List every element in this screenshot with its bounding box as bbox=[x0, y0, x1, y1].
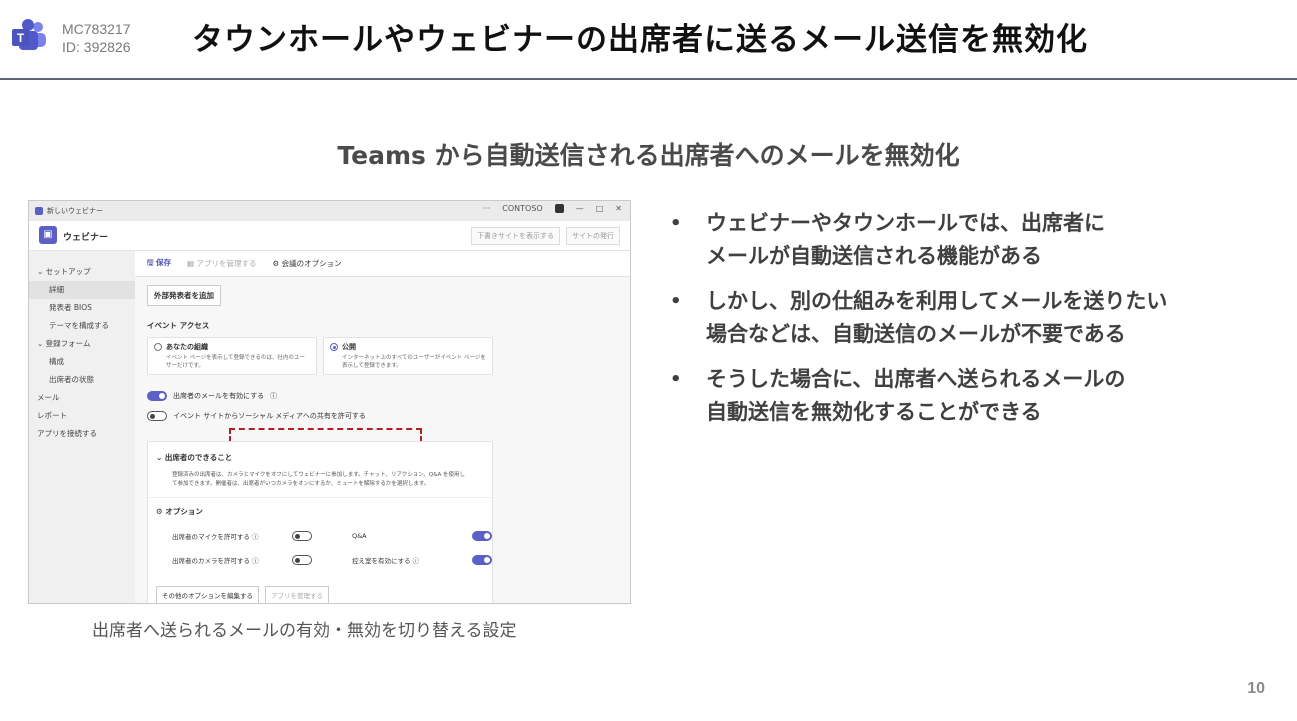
more-options-icon[interactable]: ··· bbox=[483, 204, 491, 213]
teams-app-icon bbox=[35, 207, 43, 215]
sidebar-item-presenter-bios[interactable]: 発表者 BIOS bbox=[29, 299, 135, 317]
mc-id: MC783217 bbox=[62, 21, 131, 37]
qa-label: Q&A bbox=[352, 532, 367, 540]
screenshot-caption: 出席者へ送られるメールの有効・無効を切り替える設定 bbox=[92, 621, 517, 641]
app-header-buttons: 下書きサイトを表示する サイトの発行 bbox=[471, 227, 620, 245]
apps-icon: ▦ bbox=[187, 259, 197, 268]
sidebar-group-registration[interactable]: ⌄ 登録フォーム bbox=[29, 335, 135, 353]
app-header: ▣ ウェビナー 下書きサイトを表示する サイトの発行 bbox=[29, 221, 630, 251]
social-share-toggle[interactable] bbox=[147, 411, 167, 421]
social-share-toggle-row: イベント サイトからソーシャル メディアへの共有を許可する bbox=[147, 411, 507, 421]
svg-text:T: T bbox=[17, 31, 25, 45]
close-icon[interactable]: ✕ bbox=[615, 204, 622, 213]
social-share-label: イベント サイトからソーシャル メディアへの共有を許可する bbox=[173, 412, 366, 420]
bullet-item: • ウェビナーやタウンホールでは、出席者に メールが自動送信される機能がある bbox=[668, 207, 1268, 273]
org-name: CONTOSO bbox=[502, 204, 543, 213]
id-number: ID: 392826 bbox=[62, 39, 131, 55]
sidebar-item-details[interactable]: 詳細 bbox=[29, 281, 135, 299]
add-external-presenter-button[interactable]: 外部発表者を追加 bbox=[147, 285, 221, 306]
window-titlebar: 新しいウェビナー ··· CONTOSO — □ ✕ bbox=[29, 201, 630, 221]
bullet-list: • ウェビナーやタウンホールでは、出席者に メールが自動送信される機能がある •… bbox=[668, 207, 1268, 441]
info-icon: ⓘ bbox=[270, 392, 278, 400]
sidebar-group-setup[interactable]: ⌄ セットアップ bbox=[29, 263, 135, 281]
settings-sidebar: ⌄ セットアップ 詳細 発表者 BIOS テーマを構成する ⌄ 登録フォーム 構… bbox=[29, 251, 135, 603]
slide-header: T MC783217 ID: 392826 タウンホールやウェビナーの出席者に送… bbox=[0, 0, 1297, 80]
edit-more-options-button[interactable]: その他のオプションを編集する bbox=[156, 586, 259, 603]
event-access-options: あなたの組織 イベント ページを表示して登録できるのは、社内のユーザーだけです。… bbox=[147, 337, 507, 375]
allow-mic-label: 出席者のマイクを許可する ⓘ bbox=[172, 533, 259, 541]
qa-toggle[interactable] bbox=[472, 531, 492, 541]
gear-icon: ⚙ bbox=[156, 507, 166, 516]
sidebar-item-theme[interactable]: テーマを構成する bbox=[29, 317, 135, 335]
minimize-icon[interactable]: — bbox=[576, 204, 584, 213]
access-option-org[interactable]: あなたの組織 イベント ページを表示して登録できるのは、社内のユーザーだけです。 bbox=[147, 337, 317, 375]
bullet-item: • しかし、別の仕組みを利用してメールを送りたい 場合などは、自動送信のメールが… bbox=[668, 285, 1268, 351]
radio-org[interactable] bbox=[154, 343, 162, 351]
avatar[interactable] bbox=[554, 204, 564, 213]
window-title: 新しいウェビナー bbox=[47, 207, 103, 215]
attendee-email-toggle[interactable] bbox=[147, 391, 167, 401]
publish-site-button[interactable]: サイトの発行 bbox=[566, 227, 620, 245]
access-option-public[interactable]: 公開 インターネット上のすべてのユーザーがイベント ページを表示して登録できます… bbox=[323, 337, 493, 375]
attendee-email-label: 出席者のメールを有効にする bbox=[173, 392, 265, 400]
teams-logo-icon: T bbox=[12, 19, 46, 50]
app-name: ウェビナー bbox=[63, 233, 109, 243]
panel-manage-apps-button[interactable]: アプリを管理する bbox=[265, 586, 329, 603]
bullet-dot: • bbox=[670, 213, 682, 234]
bullet-dot: • bbox=[670, 291, 682, 312]
green-room-label: 控え室を有効にする ⓘ bbox=[352, 557, 420, 565]
slide-subtitle: Teams から自動送信される出席者へのメールを無効化 bbox=[337, 141, 960, 170]
chevron-down-icon: ⌄ bbox=[156, 453, 165, 462]
sidebar-item-reports[interactable]: レポート bbox=[29, 407, 135, 425]
gear-icon: ⚙ bbox=[272, 259, 282, 268]
allow-camera-toggle[interactable] bbox=[292, 555, 312, 565]
page-number: 10 bbox=[1247, 680, 1265, 697]
attendee-capabilities-panel: ⌄ 出席者のできること 登録済みの出席者は、カメラとマイクをオフにしてウェビナー… bbox=[147, 441, 493, 603]
webinar-settings-screenshot: 新しいウェビナー ··· CONTOSO — □ ✕ ▣ ウェビナー 下書きサイ… bbox=[28, 200, 631, 604]
settings-content: 外部発表者を追加 イベント アクセス あなたの組織 イベント ページを表示して登… bbox=[147, 285, 507, 421]
event-access-label: イベント アクセス bbox=[147, 321, 210, 330]
meeting-options-button[interactable]: ⚙ 会議のオプション bbox=[273, 258, 342, 269]
save-icon: 🖫 bbox=[147, 258, 157, 267]
sidebar-item-email[interactable]: メール bbox=[29, 389, 135, 407]
bullet-dot: • bbox=[670, 369, 682, 390]
settings-toolbar: 🖫 保存 ▦ アプリを管理する ⚙ 会議のオプション bbox=[135, 251, 630, 277]
options-grid: 出席者のマイクを許可する ⓘ Q&A 出席者のカメラを許可する ⓘ 控え室を有効… bbox=[148, 517, 492, 565]
sidebar-item-connect-apps[interactable]: アプリを接続する bbox=[29, 425, 135, 443]
view-draft-site-button[interactable]: 下書きサイトを表示する bbox=[471, 227, 560, 245]
save-button[interactable]: 🖫 保存 bbox=[147, 257, 171, 270]
allow-mic-toggle[interactable] bbox=[292, 531, 312, 541]
attendee-email-toggle-row: 出席者のメールを有効にする ⓘ bbox=[147, 391, 507, 401]
allow-camera-label: 出席者のカメラを許可する ⓘ bbox=[172, 557, 259, 565]
attendee-capabilities-desc: 登録済みの出席者は、カメラとマイクをオフにしてウェビナーに参加します。チャット、… bbox=[172, 472, 466, 487]
bullet-item: • そうした場合に、出席者へ送られるメールの 自動送信を無効化することができる bbox=[668, 363, 1268, 429]
message-id-block: MC783217 ID: 392826 bbox=[62, 20, 131, 56]
slide-title: タウンホールやウェビナーの出席者に送るメール送信を無効化 bbox=[192, 22, 1088, 58]
manage-apps-button[interactable]: ▦ アプリを管理する bbox=[187, 258, 256, 269]
green-room-toggle[interactable] bbox=[472, 555, 492, 565]
sidebar-item-attendee-status[interactable]: 出席者の状態 bbox=[29, 371, 135, 389]
options-title: ⚙ オプション bbox=[156, 507, 203, 516]
window-controls: ··· CONTOSO — □ ✕ bbox=[483, 204, 622, 213]
attendee-capabilities-header[interactable]: ⌄ 出席者のできること bbox=[148, 442, 492, 463]
webinar-icon: ▣ bbox=[39, 226, 57, 244]
maximize-icon[interactable]: □ bbox=[596, 204, 604, 213]
radio-public[interactable] bbox=[330, 343, 338, 351]
sidebar-item-configure[interactable]: 構成 bbox=[29, 353, 135, 371]
panel-footer-buttons: その他のオプションを編集する アプリを管理する bbox=[156, 586, 329, 603]
